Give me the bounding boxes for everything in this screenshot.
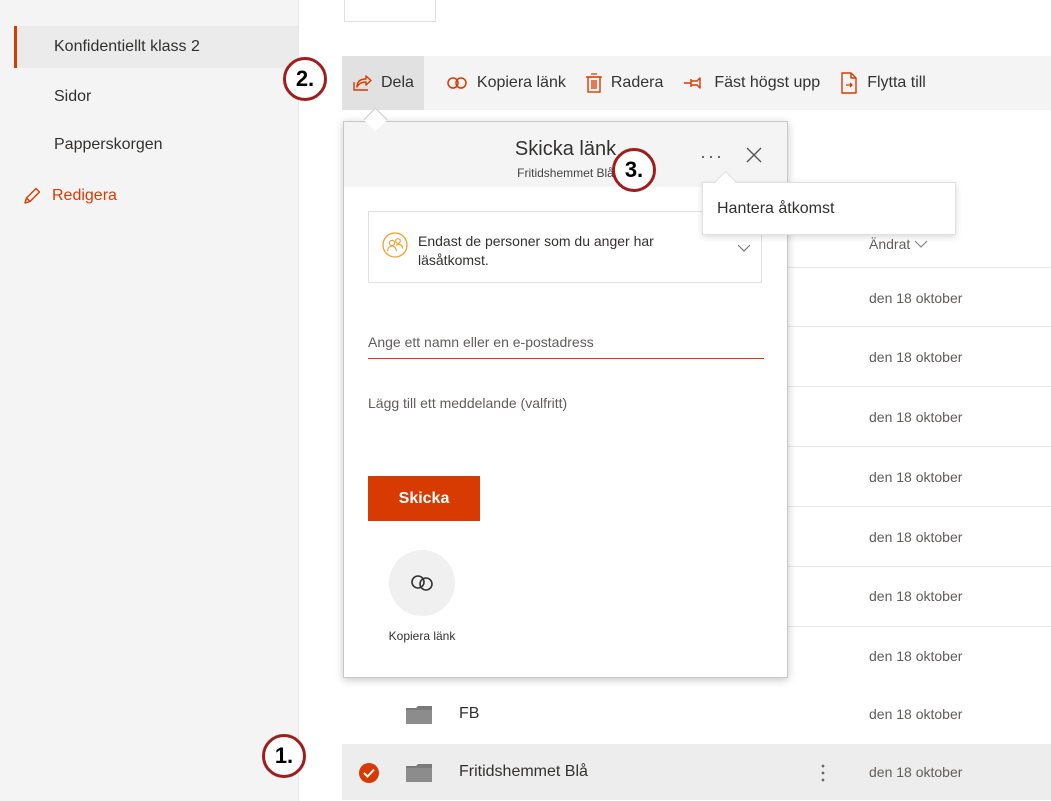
- table-row[interactable]: FB den 18 oktober: [342, 686, 1051, 742]
- nav-item-label: Konfidentiellt klass 2: [54, 38, 200, 55]
- chevron-down-icon: [737, 244, 751, 252]
- people-icon: [382, 232, 408, 258]
- row-divider: [786, 326, 1051, 327]
- checkmark-circle-icon[interactable]: [358, 762, 380, 784]
- row-name[interactable]: FB: [459, 705, 479, 723]
- row-divider: [786, 446, 1051, 447]
- share-icon: [353, 75, 372, 91]
- recipient-input[interactable]: [368, 325, 764, 359]
- close-icon[interactable]: [746, 147, 762, 163]
- annotation-marker-1: 1.: [262, 734, 306, 778]
- message-input[interactable]: [368, 395, 764, 435]
- folder-icon: [406, 764, 432, 782]
- command-bar: Dela Kopiera länk Radera Fäst högst upp …: [342, 56, 1051, 110]
- row-divider: [786, 386, 1051, 387]
- link-icon: [447, 77, 467, 89]
- row-divider: [786, 566, 1051, 567]
- modified-column-header[interactable]: Ändrat: [869, 236, 928, 252]
- pin-label: Fäst högst upp: [714, 74, 821, 91]
- send-button[interactable]: Skicka: [368, 476, 480, 521]
- table-row-selected[interactable]: Fritidshemmet Blå den 18 oktober: [342, 744, 1051, 800]
- link-icon: [411, 575, 433, 591]
- row-divider: [786, 267, 1051, 268]
- row-divider: [786, 626, 1051, 627]
- modified-date: den 18 oktober: [869, 409, 963, 425]
- chevron-down-icon: [914, 240, 928, 248]
- nav-item-label: Papperskorgen: [54, 136, 163, 153]
- nav-item-papperskorgen[interactable]: Papperskorgen: [14, 124, 298, 166]
- copy-link-label: Kopiera länk: [476, 74, 566, 91]
- row-date: den 18 oktober: [869, 764, 963, 780]
- nav-item-sidor[interactable]: Sidor: [14, 76, 298, 118]
- delete-label: Radera: [610, 74, 664, 91]
- permission-description: Endast de personer som du anger har läså…: [418, 233, 654, 268]
- move-command[interactable]: Flytta till: [830, 56, 936, 110]
- modified-date: den 18 oktober: [869, 290, 963, 306]
- pencil-icon: [24, 187, 41, 204]
- manage-access-menu: Hantera åtkomst: [702, 182, 956, 235]
- folder-icon: [406, 706, 432, 724]
- modified-header-label: Ändrat: [869, 236, 911, 252]
- manage-access-item[interactable]: Hantera åtkomst: [717, 200, 834, 218]
- modified-date: den 18 oktober: [869, 588, 963, 604]
- row-name[interactable]: Fritidshemmet Blå: [459, 763, 588, 781]
- nav-item-label: Sidor: [54, 88, 92, 105]
- more-vertical-icon[interactable]: [820, 762, 826, 784]
- pin-icon: [684, 77, 702, 89]
- move-label: Flytta till: [867, 74, 926, 91]
- move-file-icon: [841, 72, 857, 94]
- edit-nav-link[interactable]: Redigera: [14, 175, 298, 217]
- pin-command[interactable]: Fäst högst upp: [673, 56, 830, 110]
- share-command[interactable]: Dela: [342, 56, 424, 110]
- copy-link-command[interactable]: Kopiera länk: [436, 56, 576, 110]
- more-options-button[interactable]: ···: [700, 146, 724, 167]
- modified-date: den 18 oktober: [869, 469, 963, 485]
- trash-icon: [585, 73, 602, 93]
- share-label: Dela: [381, 74, 414, 91]
- modified-date: den 18 oktober: [869, 648, 963, 664]
- modified-date: den 18 oktober: [869, 529, 963, 545]
- row-date: den 18 oktober: [869, 706, 963, 722]
- modified-date: den 18 oktober: [869, 349, 963, 365]
- annotation-marker-3: 3.: [612, 148, 656, 192]
- left-navigation: Konfidentiellt klass 2 Sidor Papperskorg…: [0, 0, 299, 801]
- annotation-marker-2: 2.: [283, 57, 327, 101]
- row-divider: [786, 506, 1051, 507]
- top-placeholder-box: [344, 0, 436, 22]
- edit-label: Redigera: [52, 187, 117, 204]
- copy-link-caption: Kopiera länk: [388, 629, 456, 643]
- delete-command[interactable]: Radera: [576, 56, 673, 110]
- copy-link-button[interactable]: [389, 550, 455, 616]
- nav-item-konfidentiellt[interactable]: Konfidentiellt klass 2: [14, 26, 298, 68]
